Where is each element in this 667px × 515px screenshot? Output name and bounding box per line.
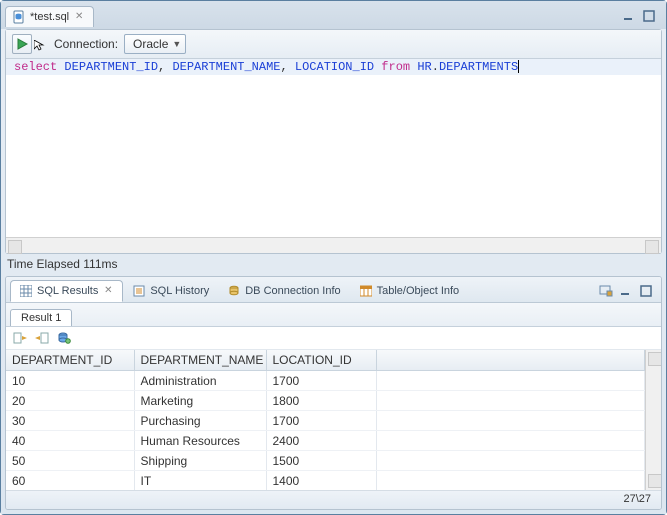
table-icon xyxy=(359,284,373,298)
cell: Administration xyxy=(134,371,266,391)
editor-toolbar: Connection: Oracle ▼ xyxy=(6,30,661,59)
minimize-icon[interactable] xyxy=(619,284,633,298)
cell xyxy=(376,471,645,491)
cell: 40 xyxy=(6,431,134,451)
col-header[interactable]: DEPARTMENT_NAME xyxy=(134,350,266,371)
grid-vscrollbar[interactable] xyxy=(645,350,661,490)
chevron-down-icon: ▼ xyxy=(172,39,181,49)
results-tabbar: SQL Results ✕ SQL History DB Connection … xyxy=(6,277,661,303)
db-info-icon xyxy=(227,284,241,298)
cell: 1800 xyxy=(266,391,376,411)
cursor-arrow-icon xyxy=(34,40,48,54)
tab-sql-history[interactable]: SQL History xyxy=(123,280,218,302)
results-panel: SQL Results ✕ SQL History DB Connection … xyxy=(5,276,662,510)
minimize-icon[interactable] xyxy=(622,9,636,23)
connection-value: Oracle xyxy=(133,37,168,51)
col-header[interactable]: LOCATION_ID xyxy=(266,350,376,371)
db-action-icon[interactable] xyxy=(56,330,72,346)
cell xyxy=(376,411,645,431)
connection-select[interactable]: Oracle ▼ xyxy=(124,34,186,54)
table-row[interactable]: 50Shipping1500 xyxy=(6,451,645,471)
cell: 30 xyxy=(6,411,134,431)
run-button[interactable] xyxy=(12,34,32,54)
tab-label: SQL History xyxy=(150,285,209,297)
row-position: 27\27 xyxy=(623,493,651,505)
editor-tabbar: *test.sql ✕ xyxy=(1,1,666,29)
table-row[interactable]: 10Administration1700 xyxy=(6,371,645,391)
sql-editor[interactable]: select DEPARTMENT_ID, DEPARTMENT_NAME, L… xyxy=(6,59,661,237)
cell: Shipping xyxy=(134,451,266,471)
cell: 1500 xyxy=(266,451,376,471)
history-icon xyxy=(132,284,146,298)
export-left-icon[interactable] xyxy=(12,330,28,346)
maximize-icon[interactable] xyxy=(639,284,653,298)
sql-file-icon xyxy=(12,10,26,24)
cell: 2400 xyxy=(266,431,376,451)
maximize-icon[interactable] xyxy=(642,9,656,23)
cell: 20 xyxy=(6,391,134,411)
grid-status-bar: 27\27 xyxy=(6,490,661,509)
sql-text: select DEPARTMENT_ID, DEPARTMENT_NAME, L… xyxy=(6,59,661,75)
col-header-empty xyxy=(376,350,645,371)
connection-label: Connection: xyxy=(54,37,118,51)
elapsed-status: Time Elapsed 111ms xyxy=(1,254,666,274)
pin-view-icon[interactable] xyxy=(599,284,613,298)
cell: Purchasing xyxy=(134,411,266,431)
cell xyxy=(376,451,645,471)
editor-hscrollbar[interactable] xyxy=(6,237,661,253)
tab-table-object-info[interactable]: Table/Object Info xyxy=(350,280,469,302)
cell: 1700 xyxy=(266,371,376,391)
cell: Human Resources xyxy=(134,431,266,451)
tab-label: Table/Object Info xyxy=(377,285,460,297)
cell: 1400 xyxy=(266,471,376,491)
tab-db-connection-info[interactable]: DB Connection Info xyxy=(218,280,349,302)
editor-panel: Connection: Oracle ▼ select DEPARTMENT_I… xyxy=(5,29,662,254)
cell xyxy=(376,391,645,411)
editor-tab[interactable]: *test.sql ✕ xyxy=(5,6,94,27)
tab-sql-results[interactable]: SQL Results ✕ xyxy=(10,280,123,302)
table-row[interactable]: 20Marketing1800 xyxy=(6,391,645,411)
grid-icon xyxy=(19,284,33,298)
cell: Marketing xyxy=(134,391,266,411)
sub-tab-label: Result 1 xyxy=(21,312,61,324)
grid-toolbar xyxy=(6,327,661,350)
close-icon[interactable]: ✕ xyxy=(102,285,114,297)
table-row[interactable]: 60IT1400 xyxy=(6,471,645,491)
result-sub-tab[interactable]: Result 1 xyxy=(10,309,72,326)
cell: 50 xyxy=(6,451,134,471)
cell: 10 xyxy=(6,371,134,391)
text-cursor xyxy=(518,60,519,73)
close-icon[interactable]: ✕ xyxy=(73,11,85,23)
cell: 60 xyxy=(6,471,134,491)
col-header[interactable]: DEPARTMENT_ID xyxy=(6,350,134,371)
results-grid[interactable]: DEPARTMENT_ID DEPARTMENT_NAME LOCATION_I… xyxy=(6,350,645,490)
table-row[interactable]: 30Purchasing1700 xyxy=(6,411,645,431)
tab-label: SQL Results xyxy=(37,285,98,297)
export-right-icon[interactable] xyxy=(34,330,50,346)
table-row[interactable]: 40Human Resources2400 xyxy=(6,431,645,451)
cell xyxy=(376,371,645,391)
cell xyxy=(376,431,645,451)
tab-label: DB Connection Info xyxy=(245,285,340,297)
result-sub-tabbar: Result 1 xyxy=(6,303,661,327)
editor-tab-title: *test.sql xyxy=(30,11,69,23)
cell: 1700 xyxy=(266,411,376,431)
cell: IT xyxy=(134,471,266,491)
